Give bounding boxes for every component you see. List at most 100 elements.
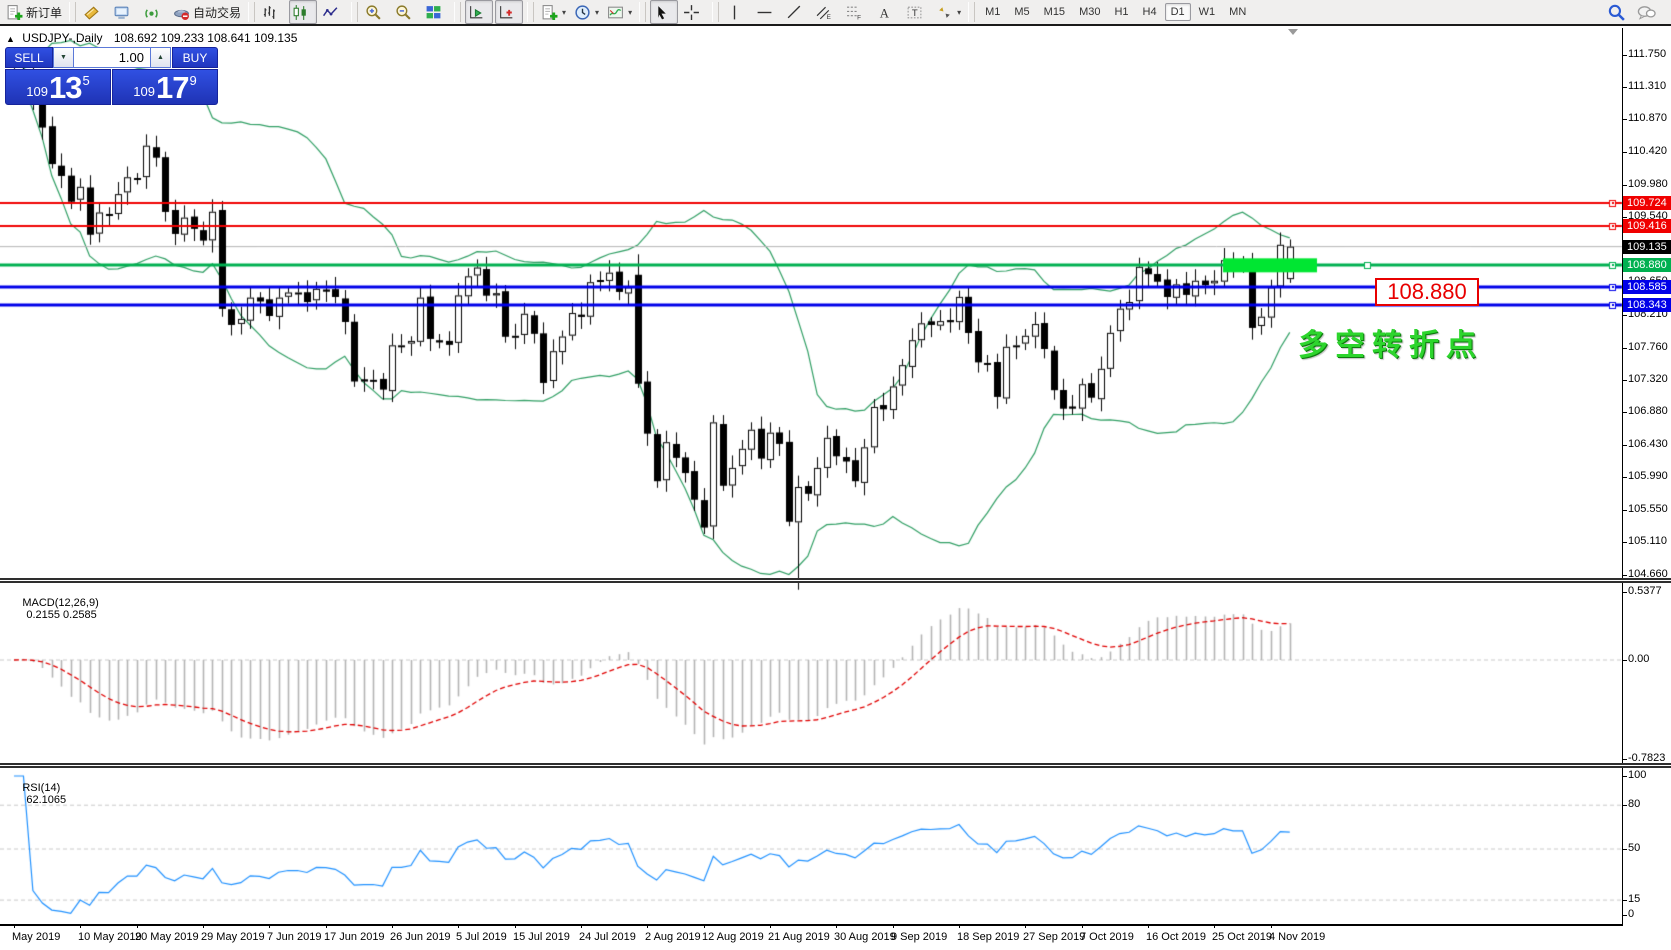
zoom-out-button[interactable] bbox=[392, 0, 420, 24]
rsi-axis-label: 0 bbox=[1628, 908, 1634, 920]
buy-button[interactable]: BUY bbox=[172, 47, 218, 68]
price-axis-tick bbox=[1622, 152, 1627, 153]
toolbar-group bbox=[258, 0, 348, 25]
indicators-dropdown-icon[interactable]: ▾ bbox=[628, 8, 632, 17]
timeframe-d1-button[interactable]: D1 bbox=[1165, 3, 1191, 21]
new-chart-button[interactable]: ▾ bbox=[538, 0, 569, 24]
date-label: 24 Jul 2019 bbox=[579, 931, 636, 943]
toolbar-separator bbox=[639, 2, 646, 22]
timeframe-m1-button[interactable]: M1 bbox=[979, 3, 1006, 21]
price-level-annotation[interactable]: 108.880 bbox=[1375, 278, 1479, 306]
timeframe-m30-button[interactable]: M30 bbox=[1073, 3, 1106, 21]
line-chart-icon bbox=[322, 4, 339, 21]
macd-pane-resize-handle[interactable] bbox=[0, 578, 1671, 583]
sell-price-quote[interactable]: 109 13 5 bbox=[5, 69, 111, 105]
time-axis-tick bbox=[647, 924, 648, 928]
date-label: 7 Jun 2019 bbox=[267, 931, 321, 943]
rsi-axis-label: 15 bbox=[1628, 893, 1640, 905]
timeframe-m15-button[interactable]: M15 bbox=[1038, 3, 1071, 21]
arrows-button[interactable]: ▾ bbox=[933, 0, 964, 24]
cursor-button[interactable] bbox=[650, 0, 678, 24]
bar-chart-button[interactable] bbox=[259, 0, 287, 24]
volume-increase-button[interactable]: ▲ bbox=[150, 47, 171, 68]
chat-icon bbox=[1637, 9, 1656, 26]
cursor-icon bbox=[653, 4, 670, 21]
date-label: 17 Jun 2019 bbox=[324, 931, 385, 943]
market-button[interactable] bbox=[80, 0, 108, 24]
date-label: May 2019 bbox=[12, 931, 60, 943]
chat-button[interactable] bbox=[1637, 3, 1657, 23]
toolbar-separator bbox=[712, 2, 719, 22]
equidistant-channel-button[interactable]: E bbox=[813, 0, 841, 24]
timeframe-w1-button[interactable]: W1 bbox=[1193, 3, 1222, 21]
chart-area[interactable]: ▲ USDJPY-,Daily 108.692 109.233 108.641 … bbox=[0, 28, 1671, 950]
indicators-button[interactable]: ▾ bbox=[604, 0, 635, 24]
tile-windows-button[interactable] bbox=[422, 0, 450, 24]
text-button[interactable]: A bbox=[873, 0, 901, 24]
timeframe-h1-button[interactable]: H1 bbox=[1108, 3, 1134, 21]
price-axis-label: 105.990 bbox=[1628, 470, 1668, 482]
mt4-window: 新订单 自动交易 ▾ ▾ ▾ EFAT ▾ M1M5M15M30H1H4D1W1MN ▲ US… bbox=[0, 0, 1671, 950]
date-label: 15 Jul 2019 bbox=[513, 931, 570, 943]
auto-scroll-button[interactable] bbox=[465, 0, 493, 24]
date-label: 16 Oct 2019 bbox=[1146, 931, 1206, 943]
zoom-in-button[interactable] bbox=[362, 0, 390, 24]
timeframe-h4-button[interactable]: H4 bbox=[1137, 3, 1163, 21]
text-label-icon: T bbox=[906, 4, 923, 21]
search-button[interactable] bbox=[1607, 3, 1627, 23]
timeframe-toolbar: M1M5M15M30H1H4D1W1MN bbox=[978, 0, 1253, 25]
price-axis-label: 111.750 bbox=[1628, 48, 1666, 60]
line-chart-button[interactable] bbox=[319, 0, 347, 24]
text-label-button[interactable]: T bbox=[903, 0, 931, 24]
new-chart-dropdown-icon[interactable]: ▾ bbox=[562, 8, 566, 17]
signals-button[interactable] bbox=[140, 0, 168, 24]
zoom-out-icon bbox=[395, 4, 412, 21]
horizontal-line-button[interactable] bbox=[753, 0, 781, 24]
sell-price-pips: 13 bbox=[49, 74, 81, 102]
main-toolbar: 新订单 自动交易 ▾ ▾ ▾ EFAT ▾ M1M5M15M30H1H4D1W1MN bbox=[0, 0, 1671, 26]
price-axis-tick bbox=[1622, 412, 1627, 413]
price-axis-label: 107.760 bbox=[1628, 341, 1668, 353]
date-label: 25 Oct 2019 bbox=[1212, 931, 1272, 943]
time-axis-tick bbox=[581, 924, 582, 928]
toolbar-group: ▾ ▾ ▾ bbox=[537, 0, 636, 25]
sell-button[interactable]: SELL bbox=[5, 47, 53, 68]
date-label: 7 Oct 2019 bbox=[1080, 931, 1134, 943]
rsi-pane-resize-handle[interactable] bbox=[0, 763, 1671, 768]
trend-line-button[interactable] bbox=[783, 0, 811, 24]
rsi-axis-tick bbox=[1622, 805, 1627, 806]
arrows-dropdown-icon[interactable]: ▾ bbox=[957, 8, 961, 17]
fibonacci-button[interactable]: F bbox=[843, 0, 871, 24]
pivot-note-text[interactable]: 多空转折点 bbox=[1298, 320, 1483, 364]
new-order-button[interactable]: 新订单 bbox=[3, 0, 65, 24]
time-axis-tick bbox=[14, 924, 15, 928]
candlestick-chart-button[interactable] bbox=[289, 0, 317, 24]
terminal-button[interactable] bbox=[110, 0, 138, 24]
date-label: 20 May 2019 bbox=[135, 931, 199, 943]
profiles-dropdown-icon[interactable]: ▾ bbox=[595, 8, 599, 17]
time-axis-tick bbox=[458, 924, 459, 928]
sell-price-major: 109 bbox=[26, 84, 48, 99]
toolbar-group bbox=[361, 0, 451, 25]
time-axis-tick bbox=[1025, 924, 1026, 928]
volume-input[interactable]: 1.00 bbox=[74, 47, 150, 68]
price-chart-canvas[interactable] bbox=[0, 28, 1671, 950]
buy-price-quote[interactable]: 109 17 9 bbox=[112, 69, 218, 105]
price-axis-tick bbox=[1622, 477, 1627, 478]
macd-axis-label: 0.00 bbox=[1628, 653, 1649, 665]
date-label: 18 Sep 2019 bbox=[957, 931, 1019, 943]
collapse-panel-icon[interactable]: ▲ bbox=[6, 34, 15, 44]
equidistant-channel-icon: E bbox=[816, 4, 833, 21]
autotrade-button[interactable]: 自动交易 bbox=[170, 0, 244, 24]
timeframe-m5-button[interactable]: M5 bbox=[1008, 3, 1035, 21]
vertical-line-icon bbox=[726, 4, 743, 21]
profiles-button[interactable]: ▾ bbox=[571, 0, 602, 24]
chart-shift-button[interactable] bbox=[495, 0, 523, 24]
timeframe-mn-button[interactable]: MN bbox=[1223, 3, 1252, 21]
vertical-line-button[interactable] bbox=[723, 0, 751, 24]
volume-decrease-button[interactable]: ▼ bbox=[53, 47, 74, 68]
ohlc-values: 108.692 109.233 108.641 109.135 bbox=[114, 31, 298, 45]
time-axis-tick bbox=[1271, 924, 1272, 928]
crosshair-button[interactable] bbox=[680, 0, 708, 24]
time-axis-tick bbox=[203, 924, 204, 928]
